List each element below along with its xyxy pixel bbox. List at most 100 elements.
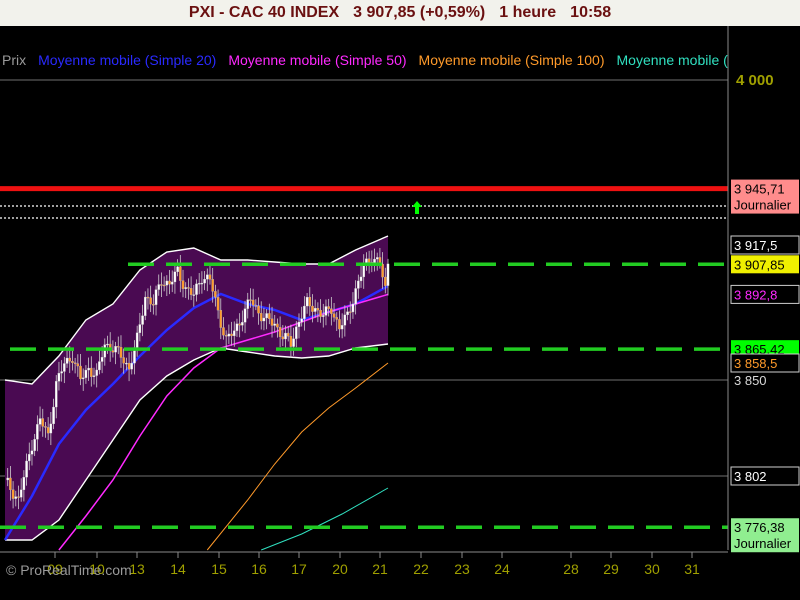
candle-body (384, 276, 387, 286)
candle-body (238, 323, 241, 326)
candle-body (138, 324, 142, 333)
legend-entry[interactable]: Moyenne mobile (Simple 50) (228, 52, 406, 68)
candle-body (122, 357, 125, 364)
candle-body (168, 280, 171, 285)
candle-body (249, 299, 252, 301)
candle-body (227, 333, 231, 337)
candle-body (125, 362, 128, 365)
x-tick-label: 17 (291, 561, 307, 577)
candle-body (52, 406, 55, 425)
candle-body (141, 315, 144, 325)
candle-body (38, 418, 42, 425)
indicator-legend: Prix Moyenne mobile (Simple 20) Moyenne mo… (2, 50, 728, 70)
candle-body (149, 297, 152, 305)
legend-entry[interactable]: Moyenne mobile (Simple 100) (419, 52, 605, 68)
candle-body (268, 313, 271, 319)
candle-body (152, 304, 155, 306)
candle-body (19, 489, 23, 498)
candle-body (17, 496, 20, 498)
candle-body (359, 276, 363, 282)
candle-body (41, 418, 45, 427)
candle-body (319, 309, 322, 317)
candle-body (11, 489, 15, 499)
candle-body (14, 496, 18, 499)
price-chart[interactable]: 09 10 13 14 15 16 17 20 21 22 23 24 28 29 30 314 0003 8… (0, 26, 800, 600)
price-tag-value: 3 945,71 (734, 182, 785, 197)
x-tick-label: 22 (413, 561, 429, 577)
candle-body (203, 279, 206, 284)
candle-body (103, 344, 107, 358)
candle-body (30, 450, 34, 455)
candle-body (154, 289, 158, 305)
candle-body (173, 271, 177, 283)
candle-body (28, 454, 31, 462)
candle-body (332, 313, 336, 318)
candle-body (192, 294, 196, 296)
candle-body (273, 323, 276, 326)
price-tag-value: 3 892,8 (734, 287, 777, 302)
candle-body (216, 297, 220, 311)
candle-body (197, 283, 201, 285)
legend-entry[interactable]: Prix (2, 52, 26, 68)
candle-body (246, 299, 249, 309)
candle-body (79, 365, 82, 380)
candle-body (22, 477, 26, 490)
candle-body (313, 308, 317, 312)
candle-body (230, 333, 233, 337)
candle-body (63, 363, 66, 372)
x-tick-label: 28 (563, 561, 579, 577)
candle-body (289, 336, 293, 347)
candle-body (98, 361, 101, 371)
candle-body (305, 296, 309, 307)
x-tick-label: 14 (170, 561, 186, 577)
candle-body (251, 299, 255, 306)
candle-body (92, 375, 96, 377)
y-tick-label: 4 000 (736, 72, 774, 89)
candle-body (354, 288, 357, 305)
candle-body (200, 282, 204, 285)
candle-body (338, 319, 341, 330)
price-tag-value: 3 917,5 (734, 238, 777, 253)
candle-body (206, 274, 209, 280)
candle-body (281, 336, 285, 340)
candle-body (259, 313, 263, 322)
candle-body (144, 296, 147, 316)
candle-body (71, 361, 74, 363)
candle-body (95, 369, 98, 376)
candle-body (254, 305, 258, 307)
candle-body (46, 427, 50, 434)
candle-body (179, 266, 182, 281)
candle-body (233, 330, 236, 337)
price-tag-label: Journalier (734, 198, 792, 213)
candle-body (324, 306, 328, 316)
candle-body (330, 308, 333, 314)
candle-body (257, 305, 260, 314)
candle-body (114, 346, 117, 353)
instrument-name: PXI - CAC 40 INDEX (188, 4, 340, 21)
candle-body (68, 357, 71, 362)
candle-body (57, 372, 61, 382)
candle-body (308, 296, 312, 307)
candle-body (111, 350, 115, 353)
candle-body (187, 287, 190, 289)
candle-body (73, 362, 77, 364)
candle-body (165, 280, 169, 286)
chart-area[interactable]: 09 10 13 14 15 16 17 20 21 22 23 24 28 29 30 31 4 000 3 8… (0, 26, 800, 600)
price-tag-value: 3 802 (734, 469, 767, 484)
candle-body (119, 347, 123, 358)
candle-body (322, 315, 325, 317)
candle-body (222, 327, 225, 336)
legend-entry[interactable]: Moyenne mobile (Simple 20) (38, 52, 216, 68)
price-tag-value: 3 776,38 (734, 520, 785, 535)
candle-body (262, 317, 266, 322)
interval-label: 1 heure (499, 4, 557, 21)
candle-body (162, 284, 166, 287)
candle-body (100, 357, 104, 362)
candle-body (181, 280, 185, 289)
candle-body (184, 287, 187, 289)
legend-entry[interactable]: Moyenne mobile (Simple 200) (617, 52, 728, 68)
candle-body (303, 305, 306, 319)
candle-body (311, 305, 314, 312)
candle-body (235, 323, 239, 331)
x-tick-label: 16 (251, 561, 267, 577)
